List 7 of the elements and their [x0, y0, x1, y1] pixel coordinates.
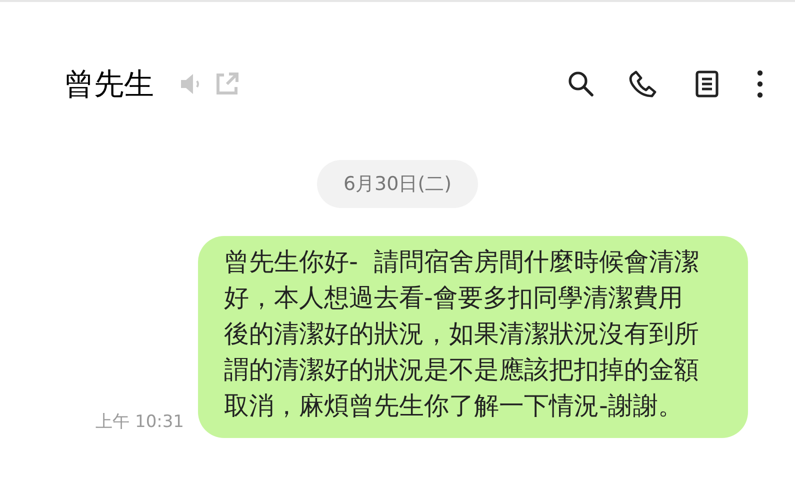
search-icon[interactable]: [566, 69, 596, 99]
more-icon[interactable]: [755, 69, 765, 99]
chat-title: 曾先生: [64, 66, 154, 102]
phone-icon[interactable]: [629, 69, 659, 99]
message-time: 上午 10:31: [96, 411, 184, 433]
date-separator: 6月30日(二): [317, 160, 478, 208]
message-bubble: 曾先生你好- 請問宿舍房間什麼時候會清潔好，本人想過去看-會要多扣同學清潔費用後的清潔好的狀況，如果清潔狀況沒有到所謂的清潔好的狀況是不是應該把扣掉的金額取消，麻煩曾先生你了解一下情況-謝謝。: [198, 236, 748, 438]
